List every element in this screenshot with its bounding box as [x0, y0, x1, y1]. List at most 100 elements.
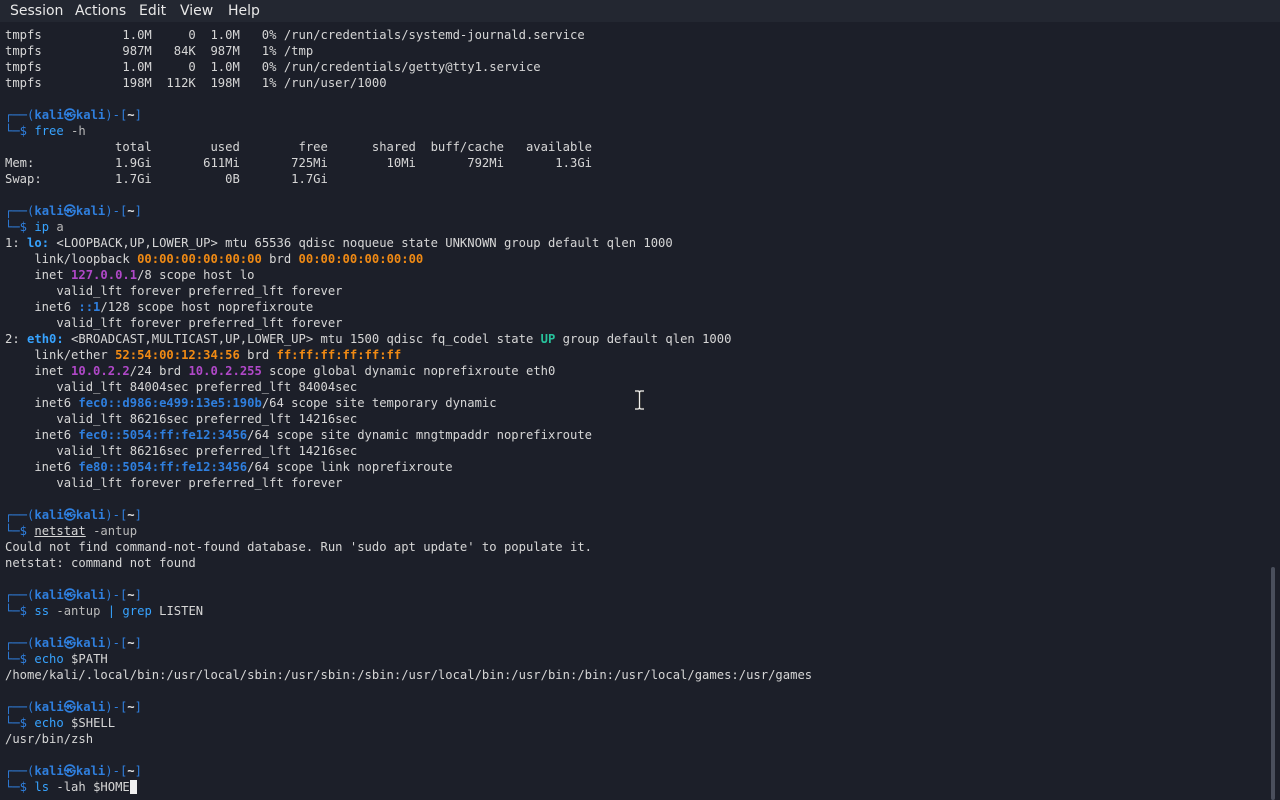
inet6-scope: /64 scope site dynamic mngtmpaddr nopref… [247, 428, 593, 442]
df-row: tmpfs 1.0M 0 1.0M 0% /run/credentials/ge… [5, 60, 541, 74]
prompt-at-symbol: ㉿ [63, 588, 76, 602]
iface-state: UP [540, 332, 556, 346]
ip-eth-header: 2: eth0: <BROADCAST,MULTICAST,UP,LOWER_U… [5, 331, 1267, 347]
prompt-dir: ~ [127, 764, 135, 778]
command-args: $PATH [63, 652, 108, 666]
prompt-host: kali [75, 508, 106, 522]
inet6-scope: /64 scope site temporary dynamic [261, 396, 497, 410]
ip-lo-inet6: inet6 ::1/128 scope host noprefixroute [5, 299, 1267, 315]
menu-edit[interactable]: Edit [139, 2, 166, 20]
prompt-prefix: ┌──( [5, 108, 35, 122]
command-name: netstat [34, 524, 86, 538]
iface-index: 1: [5, 236, 28, 250]
lft-line: valid_lft 86216sec preferred_lft 14216se… [5, 412, 358, 426]
prompt-dir: ~ [127, 108, 135, 122]
command-line: └─$ ss -antup | grep LISTEN [5, 603, 1267, 619]
command-name: ip [34, 220, 50, 234]
ipv4-address: 127.0.0.1 [71, 268, 138, 282]
inet-label: inet [5, 268, 72, 282]
prompt-at-symbol: ㉿ [63, 508, 76, 522]
ipv4-broadcast: 10.0.2.255 [188, 364, 262, 378]
prompt-user: kali [34, 636, 64, 650]
lft-line: valid_lft forever preferred_lft forever [5, 284, 343, 298]
prompt-user: kali [34, 108, 64, 122]
command-args: $SHELL [63, 716, 116, 730]
brd-mac-address: ff:ff:ff:ff:ff:ff [276, 348, 402, 362]
ipv6-address: fec0::d986:e499:13e5:190b [78, 396, 262, 410]
ip-lo-inet: inet 127.0.0.1/8 scope host lo [5, 267, 1267, 283]
prompt-host: kali [75, 636, 106, 650]
prompt-dir: ~ [127, 588, 135, 602]
df-row: tmpfs 987M 84K 987M 1% /tmp [5, 44, 314, 58]
inet6-label: inet6 [5, 396, 79, 410]
inet6-label: inet6 [5, 300, 79, 314]
prompt-host: kali [75, 204, 106, 218]
prompt-at-symbol: ㉿ [63, 108, 76, 122]
ip-eth-inet: inet 10.0.2.2/24 brd 10.0.2.255 scope gl… [5, 363, 1267, 379]
prompt-user: kali [34, 204, 64, 218]
prompt-suffix: ] [134, 508, 142, 522]
inet-scope: /8 scope host lo [137, 268, 255, 282]
command-line: └─$ echo $PATH [5, 651, 1267, 667]
command-input-line[interactable]: └─$ ls -lah $HOME [5, 779, 1267, 795]
prompt-header: ┌──(kali㉿kali)-[~] [5, 635, 1267, 651]
ip-eth-link: link/ether 52:54:00:12:34:56 brd ff:ff:f… [5, 347, 1267, 363]
prompt-suffix: ] [134, 700, 142, 714]
prompt-suffix: ] [134, 636, 142, 650]
command-args: -h [63, 124, 86, 138]
terminal-output[interactable]: tmpfs 1.0M 0 1.0M 0% /run/credentials/sy… [5, 27, 1267, 800]
text-cursor-ibeam-icon [635, 390, 644, 410]
error-output-line: netstat: command not found [5, 556, 196, 570]
menu-session[interactable]: Session [10, 2, 63, 20]
menu-help[interactable]: Help [228, 2, 260, 20]
prompt-suffix: ] [134, 204, 142, 218]
prompt-host: kali [75, 700, 106, 714]
prompt-line2: └─$ [5, 604, 35, 618]
df-row: tmpfs 1.0M 0 1.0M 0% /run/credentials/sy… [5, 28, 585, 42]
free-output-line: Swap: 1.7Gi 0B 1.7Gi [5, 172, 328, 186]
prompt-dir: ~ [127, 636, 135, 650]
prompt-header: ┌──(kali㉿kali)-[~] [5, 699, 1267, 715]
prompt-mid: )-[ [105, 700, 128, 714]
brd-label: brd [261, 252, 299, 266]
command-line: └─$ free -h [5, 123, 1267, 139]
lft-line: valid_lft forever preferred_lft forever [5, 316, 343, 330]
prompt-user: kali [34, 588, 64, 602]
prompt-line2: └─$ [5, 652, 35, 666]
scrollbar-thumb[interactable] [1271, 567, 1275, 800]
prompt-header: ┌──(kali㉿kali)-[~] [5, 203, 1267, 219]
ip-eth-inet6: inet6 fec0::5054:ff:fe12:3456/64 scope s… [5, 427, 1267, 443]
mac-address: 52:54:00:12:34:56 [115, 348, 240, 362]
brd-mac-address: 00:00:00:00:00:00 [298, 252, 424, 266]
command-line: └─$ echo $SHELL [5, 715, 1267, 731]
prompt-host: kali [75, 588, 106, 602]
ipv6-address: fe80::5054:ff:fe12:3456 [78, 460, 248, 474]
menu-view[interactable]: View [180, 2, 213, 20]
prompt-dir: ~ [127, 204, 135, 218]
prompt-host: kali [75, 764, 106, 778]
iface-flags: <LOOPBACK,UP,LOWER_UP> mtu 65536 qdisc n… [49, 236, 673, 250]
prompt-prefix: ┌──( [5, 700, 35, 714]
iface-flags-tail: group default qlen 1000 [555, 332, 732, 346]
command-name: echo [34, 652, 64, 666]
prompt-line2: └─$ [5, 524, 35, 538]
mac-address: 00:00:00:00:00:00 [137, 252, 262, 266]
prompt-suffix: ] [134, 588, 142, 602]
menubar: Session Actions Edit View Help [0, 0, 1280, 22]
menu-actions[interactable]: Actions [75, 2, 126, 20]
prompt-user: kali [34, 508, 64, 522]
prompt-prefix: ┌──( [5, 508, 35, 522]
prompt-line2: └─$ [5, 780, 35, 794]
lft-line: valid_lft 86216sec preferred_lft 14216se… [5, 444, 358, 458]
link-label: link/loopback [5, 252, 138, 266]
free-output-line: total used free shared buff/cache availa… [5, 140, 592, 154]
command-args: -lah $HOME [49, 780, 130, 794]
prompt-dir: ~ [127, 508, 135, 522]
command-args: -antup [49, 604, 108, 618]
prompt-suffix: ] [134, 108, 142, 122]
